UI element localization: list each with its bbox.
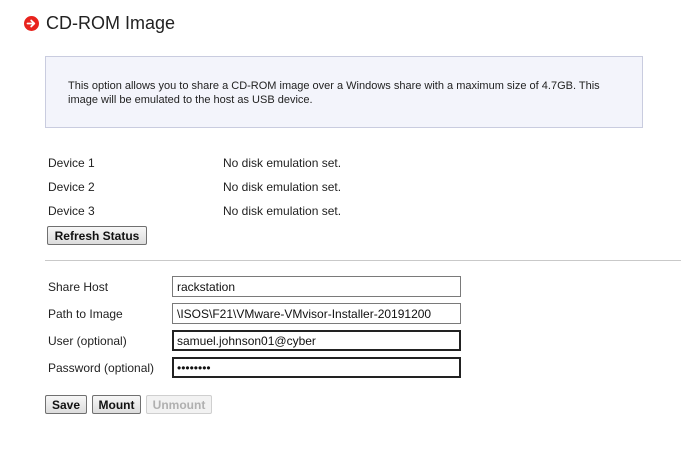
mount-button[interactable]: Mount xyxy=(92,395,141,414)
user-input[interactable] xyxy=(172,330,461,351)
device-status: No disk emulation set. xyxy=(223,180,342,194)
password-input[interactable] xyxy=(172,357,461,378)
device-label: Device 3 xyxy=(48,204,95,218)
refresh-status-button[interactable]: Refresh Status xyxy=(47,226,147,245)
device-label: Device 1 xyxy=(48,156,95,170)
device-status: No disk emulation set. xyxy=(223,156,342,170)
divider xyxy=(45,260,681,261)
info-box: This option allows you to share a CD-ROM… xyxy=(45,56,643,128)
arrow-right-circle-icon xyxy=(24,16,39,31)
password-label: Password (optional) xyxy=(48,361,155,375)
device-label: Device 2 xyxy=(48,180,95,194)
device-status: No disk emulation set. xyxy=(223,204,342,218)
save-button[interactable]: Save xyxy=(45,395,87,414)
user-label: User (optional) xyxy=(48,334,127,348)
share-host-label: Share Host xyxy=(48,280,109,294)
share-host-input[interactable] xyxy=(172,276,461,297)
page-title: CD-ROM Image xyxy=(46,13,176,33)
path-input[interactable] xyxy=(172,303,461,324)
page-header: CD-ROM Image xyxy=(24,13,175,34)
info-text: This option allows you to share a CD-ROM… xyxy=(68,80,600,106)
unmount-button[interactable]: Unmount xyxy=(146,395,212,414)
path-label: Path to Image xyxy=(48,307,123,321)
